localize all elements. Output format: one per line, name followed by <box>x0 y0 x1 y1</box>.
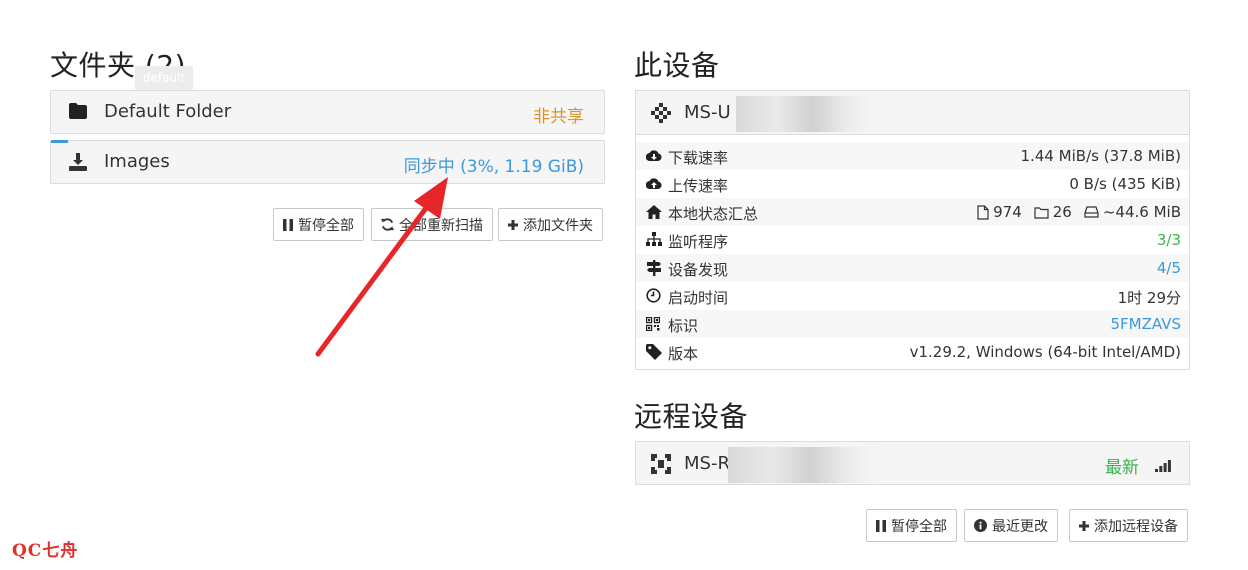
info-row-download: 下载速率 1.44 MiB/s (37.8 MiB) <box>636 142 1189 170</box>
device-status: 最新 <box>1105 458 1139 478</box>
qrcode-icon <box>646 316 662 332</box>
pause-all-devices-button[interactable]: 暂停全部 <box>866 509 957 542</box>
info-row-local-state: 本地状态汇总 974 26 ~44.6 MiB <box>636 198 1189 226</box>
this-device-header[interactable]: MS-U <box>635 90 1190 135</box>
device-name: MS-U <box>684 102 731 123</box>
info-row-discovery: 设备发现 4/5 <box>636 254 1189 282</box>
folder-status: 非共享 <box>533 107 584 127</box>
redacted-name <box>728 447 878 483</box>
button-label: 暂停全部 <box>891 518 947 535</box>
plus-icon <box>1079 520 1089 531</box>
folder-progress-bar <box>51 140 68 143</box>
local-state-summary: 974 26 ~44.6 MiB <box>977 203 1181 221</box>
info-value[interactable]: 4/5 <box>1157 259 1181 277</box>
info-key: 标识 <box>668 317 699 335</box>
annotation-arrow-icon <box>315 177 448 357</box>
info-value[interactable]: 5FMZAVS <box>1111 315 1181 333</box>
pause-icon <box>876 519 886 532</box>
home-icon <box>646 204 662 220</box>
info-row-uptime: 启动时间 1时 29分 <box>636 282 1189 310</box>
info-circle-icon <box>974 519 987 532</box>
file-icon <box>977 204 989 220</box>
tag-icon <box>646 344 662 360</box>
folder-outline-icon <box>1034 206 1049 219</box>
this-device-title: 此设备 <box>634 49 720 82</box>
add-remote-device-button[interactable]: 添加远程设备 <box>1069 509 1188 542</box>
info-row-identification: 标识 5FMZAVS <box>636 310 1189 338</box>
folder-row-default[interactable]: Default Folder 非共享 <box>50 90 605 134</box>
info-key: 监听程序 <box>668 233 729 251</box>
button-label: 添加文件夹 <box>523 217 593 234</box>
info-row-version: 版本 v1.29.2, Windows (64-bit Intel/AMD) <box>636 338 1189 366</box>
folder-label: Images <box>104 151 170 172</box>
remote-devices-title: 远程设备 <box>634 400 749 433</box>
remote-device-row[interactable]: MS-R 最新 <box>635 441 1190 485</box>
device-name: MS-R <box>684 453 730 474</box>
info-value: 1时 29分 <box>1117 289 1181 307</box>
info-key: 设备发现 <box>668 261 729 279</box>
info-value[interactable]: 3/3 <box>1157 231 1181 249</box>
signal-strength-icon <box>1155 457 1171 476</box>
total-size: ~44.6 MiB <box>1102 203 1181 221</box>
sitemap-icon <box>646 232 662 248</box>
info-value: v1.29.2, Windows (64-bit Intel/AMD) <box>909 343 1181 361</box>
download-icon <box>69 153 89 173</box>
pause-icon <box>283 218 293 231</box>
this-device-info: 下载速率 1.44 MiB/s (37.8 MiB) 上传速率 0 B/s (4… <box>635 134 1190 370</box>
redacted-name <box>736 96 876 132</box>
info-row-upload: 上传速率 0 B/s (435 KiB) <box>636 170 1189 198</box>
watermark: QC七舟 <box>12 541 79 561</box>
folder-icon <box>69 103 89 123</box>
signpost-icon <box>646 260 662 276</box>
clock-icon <box>646 288 662 304</box>
tooltip: default <box>135 66 193 96</box>
info-value: 0 B/s (435 KiB) <box>1069 175 1181 193</box>
info-key: 版本 <box>668 345 699 363</box>
info-key: 本地状态汇总 <box>668 205 759 223</box>
info-row-listeners: 监听程序 3/3 <box>636 226 1189 254</box>
folder-label: Default Folder <box>104 101 232 122</box>
plus-icon <box>508 219 518 230</box>
button-label: 最近更改 <box>992 518 1048 535</box>
hdd-icon <box>1084 206 1099 218</box>
cloud-download-icon <box>645 148 662 164</box>
button-label: 添加远程设备 <box>1094 518 1178 535</box>
info-key: 上传速率 <box>668 177 729 195</box>
device-identicon-icon <box>651 454 671 478</box>
file-count: 974 <box>993 203 1022 221</box>
info-value: 1.44 MiB/s (37.8 MiB) <box>1020 147 1181 165</box>
device-identicon-icon <box>651 103 671 127</box>
add-folder-button[interactable]: 添加文件夹 <box>498 208 603 241</box>
info-key: 启动时间 <box>668 289 729 307</box>
folder-count: 26 <box>1052 203 1072 221</box>
info-key: 下载速率 <box>668 149 729 167</box>
cloud-upload-icon <box>645 176 662 192</box>
recent-changes-button[interactable]: 最近更改 <box>964 509 1058 542</box>
